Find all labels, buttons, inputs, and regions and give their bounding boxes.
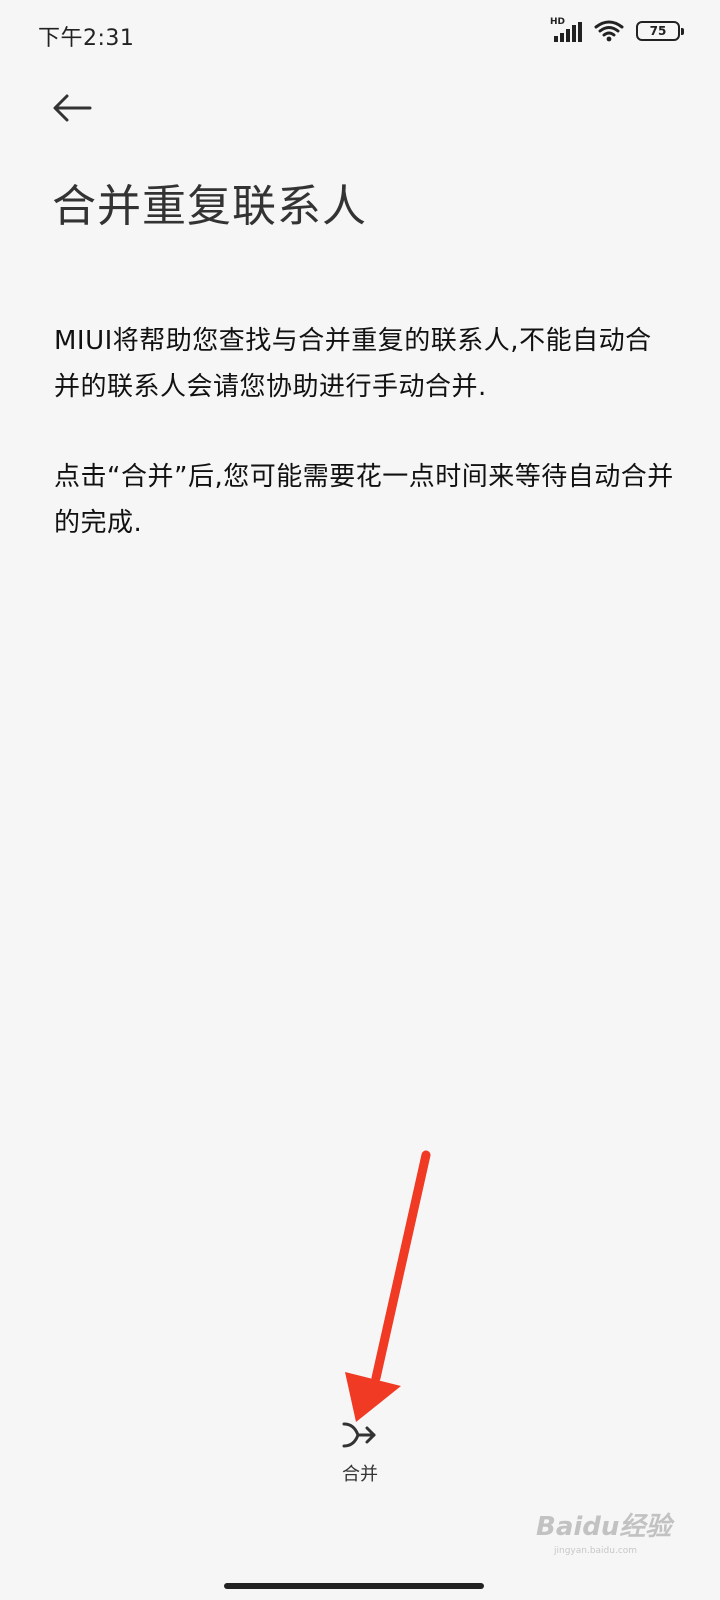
- baidu-watermark: Baidu经验 jingyan.baidu.com: [536, 1506, 672, 1566]
- page-title: 合并重复联系人: [52, 181, 367, 232]
- status-time: 下午2:31: [38, 26, 135, 51]
- home-indicator[interactable]: [224, 1583, 484, 1589]
- status-icons: HD 75: [550, 17, 684, 42]
- back-arrow-icon: [53, 94, 92, 122]
- battery-icon: 75: [636, 21, 684, 41]
- watermark-text: Baidu经验: [536, 1512, 672, 1542]
- merge-label: 合并: [342, 1464, 378, 1485]
- wifi-icon: [594, 20, 624, 42]
- merge-button[interactable]: 合并: [310, 1418, 410, 1514]
- red-arrow-annotation: [345, 1150, 431, 1422]
- description-paragraph-2: 点击“合并”后,您可能需要花一点时间来等待自动合并的完成.: [54, 462, 674, 538]
- watermark-url: jingyan.baidu.com: [554, 1546, 638, 1556]
- description-paragraph-1: MIUI将帮助您查找与合并重复的联系人,不能自动合并的联系人会请您协助进行手动合…: [54, 326, 652, 402]
- back-button[interactable]: [44, 80, 100, 136]
- merge-icon: [342, 1422, 376, 1448]
- cellular-signal-icon: HD: [550, 17, 582, 42]
- battery-level: 75: [649, 24, 667, 38]
- description: MIUI将帮助您查找与合并重复的联系人,不能自动合并的联系人会请您协助进行手动合…: [54, 318, 674, 590]
- status-bar: 下午2:31 HD 75: [0, 0, 720, 72]
